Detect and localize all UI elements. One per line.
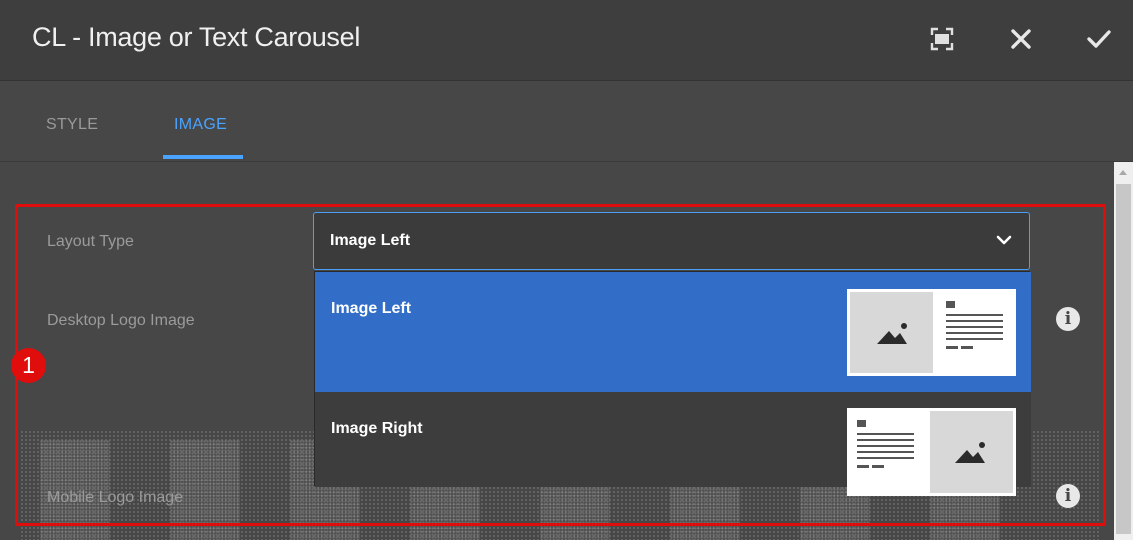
active-tab-indicator [163,155,243,159]
checkmark-icon[interactable] [1085,26,1115,56]
tab-image[interactable]: IMAGE [174,116,227,134]
annotation-highlight-box [15,204,1106,526]
fullscreen-icon[interactable] [929,26,959,56]
tab-bar: STYLE IMAGE [0,81,1133,162]
scroll-up-arrow-icon[interactable] [1119,170,1127,175]
scrollbar-thumb[interactable] [1116,184,1131,534]
close-icon[interactable] [1008,26,1038,56]
dialog-header: CL - Image or Text Carousel [0,0,1133,81]
tab-style[interactable]: STYLE [46,116,98,134]
scrollbar[interactable] [1114,162,1133,540]
dialog-title: CL - Image or Text Carousel [32,22,361,52]
annotation-badge: 1 [11,348,46,383]
